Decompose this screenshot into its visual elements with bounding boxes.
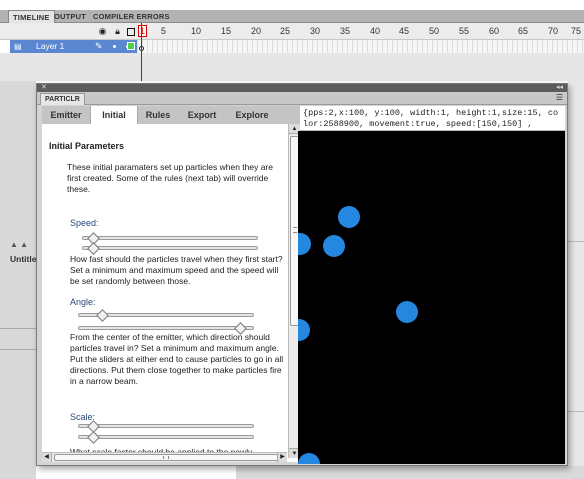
angle-max-slider-track[interactable] — [78, 326, 254, 330]
timeline-header: ◉ 🔒︎ 1 5 10 15 20 25 30 35 40 45 50 55 6… — [0, 23, 584, 40]
frame-number[interactable]: 75 — [571, 26, 581, 36]
scroll-left-arrow-icon[interactable]: ◀ — [42, 453, 52, 462]
particlr-window: ✕ ◂◂ PARTICLR ☰ Emitter Initial Rules Ex… — [36, 83, 568, 466]
playhead[interactable] — [141, 23, 142, 81]
grip-icon — [163, 456, 169, 459]
scale-max-slider-thumb[interactable] — [87, 431, 100, 444]
layer-cell[interactable]: ▤ Layer 1 ✎ — [10, 40, 137, 53]
panel-tab-bar: TIMELINE OUTPUT COMPILER ERRORS — [0, 10, 584, 24]
settings-nav: Emitter Initial Rules Export Explore — [42, 106, 300, 124]
lock-icon[interactable]: 🔒︎ — [113, 27, 122, 36]
frame-number[interactable]: 5 — [161, 26, 166, 36]
tab-initial[interactable]: Initial — [90, 106, 138, 124]
frame-number[interactable]: 25 — [280, 26, 290, 36]
window-tab-row: PARTICLR ☰ — [37, 92, 567, 105]
speed-max-slider-track[interactable] — [82, 246, 258, 250]
divider — [568, 411, 584, 412]
grip-icon — [293, 227, 297, 233]
scale-max-slider-track[interactable] — [78, 435, 254, 439]
frame-number[interactable]: 20 — [251, 26, 261, 36]
frame-number[interactable]: 50 — [429, 26, 439, 36]
frames-strip[interactable] — [137, 40, 584, 53]
frame-number[interactable]: 70 — [548, 26, 558, 36]
panel-menu-icon[interactable]: ☰ — [556, 93, 563, 102]
frame-number[interactable]: 60 — [489, 26, 499, 36]
eye-icon[interactable]: ◉ — [98, 27, 107, 36]
settings-pane: Emitter Initial Rules Export Explore Ini… — [42, 106, 300, 462]
preview-stage[interactable] — [298, 131, 565, 464]
frame-number[interactable]: 1 — [138, 25, 148, 37]
layer-name[interactable]: Layer 1 — [36, 40, 64, 53]
code-output[interactable]: {pps:2,x:100, y:100, width:1, height:1,s… — [300, 106, 565, 131]
frame-number[interactable]: 15 — [221, 26, 231, 36]
background-panel — [568, 81, 584, 479]
settings-content: Initial Parameters These initial paramat… — [42, 124, 287, 458]
code-output-text[interactable]: {pps:2,x:100, y:100, width:1, height:1,s… — [303, 108, 562, 130]
background-panel — [0, 81, 36, 479]
timeline-empty-area — [0, 53, 584, 81]
layer-row[interactable]: ▤ Layer 1 ✎ — [0, 40, 584, 53]
divider — [0, 349, 36, 350]
angle-description: From the center of the emitter, which di… — [70, 332, 284, 386]
frame-number[interactable]: 35 — [340, 26, 350, 36]
frame-number[interactable]: 10 — [191, 26, 201, 36]
speed-label: Speed: — [70, 218, 99, 228]
close-icon[interactable]: ✕ — [41, 84, 47, 92]
speed-min-slider-track[interactable] — [82, 236, 258, 240]
outline-icon[interactable] — [127, 28, 135, 36]
horizontal-scrollbar[interactable]: ◀ ▶ — [42, 452, 287, 462]
angle-label: Angle: — [70, 297, 96, 307]
layer-icon: ▤ — [14, 42, 22, 51]
visibility-dot[interactable] — [113, 45, 116, 48]
collapse-icon[interactable]: ▲ ▲ — [10, 240, 28, 249]
frame-number[interactable]: 65 — [518, 26, 528, 36]
scale-min-slider-track[interactable] — [78, 424, 254, 428]
frame-number[interactable]: 55 — [459, 26, 469, 36]
horizontal-scroll-thumb[interactable] — [54, 454, 279, 461]
particle — [298, 319, 310, 341]
angle-min-slider-thumb[interactable] — [96, 309, 109, 322]
tab-timeline[interactable]: TIMELINE — [8, 10, 55, 24]
speed-description: How fast should the particles travel whe… — [70, 254, 283, 286]
tab-emitter[interactable]: Emitter — [42, 106, 90, 124]
frame-number[interactable]: 45 — [399, 26, 409, 36]
frame-number[interactable]: 30 — [310, 26, 320, 36]
collapse-icon[interactable]: ◂◂ — [556, 84, 563, 92]
tab-explore[interactable]: Explore — [226, 106, 278, 124]
tab-output[interactable]: OUTPUT — [50, 10, 90, 23]
particle — [298, 453, 320, 464]
particle — [298, 233, 311, 255]
background-panel — [236, 466, 584, 479]
particle — [338, 206, 360, 228]
tab-compiler-errors[interactable]: COMPILER ERRORS — [89, 10, 174, 23]
speed-max-slider-thumb[interactable] — [87, 242, 100, 255]
window-titlebar[interactable]: ✕ ◂◂ — [37, 84, 567, 92]
divider — [0, 328, 36, 329]
intro-text: These initial paramaters set up particle… — [67, 162, 273, 194]
tab-rules[interactable]: Rules — [138, 106, 178, 124]
particle — [396, 301, 418, 323]
layer-color-swatch[interactable] — [127, 42, 135, 50]
pencil-icon: ✎ — [95, 41, 103, 51]
tab-export[interactable]: Export — [178, 106, 226, 124]
scroll-right-arrow-icon[interactable]: ▶ — [277, 453, 287, 462]
frame-number[interactable]: 40 — [370, 26, 380, 36]
section-title: Initial Parameters — [49, 141, 125, 151]
particle — [323, 235, 345, 257]
tab-particlr[interactable]: PARTICLR — [40, 93, 85, 105]
document-tab[interactable]: Untitle — [10, 254, 36, 264]
divider — [568, 241, 584, 242]
